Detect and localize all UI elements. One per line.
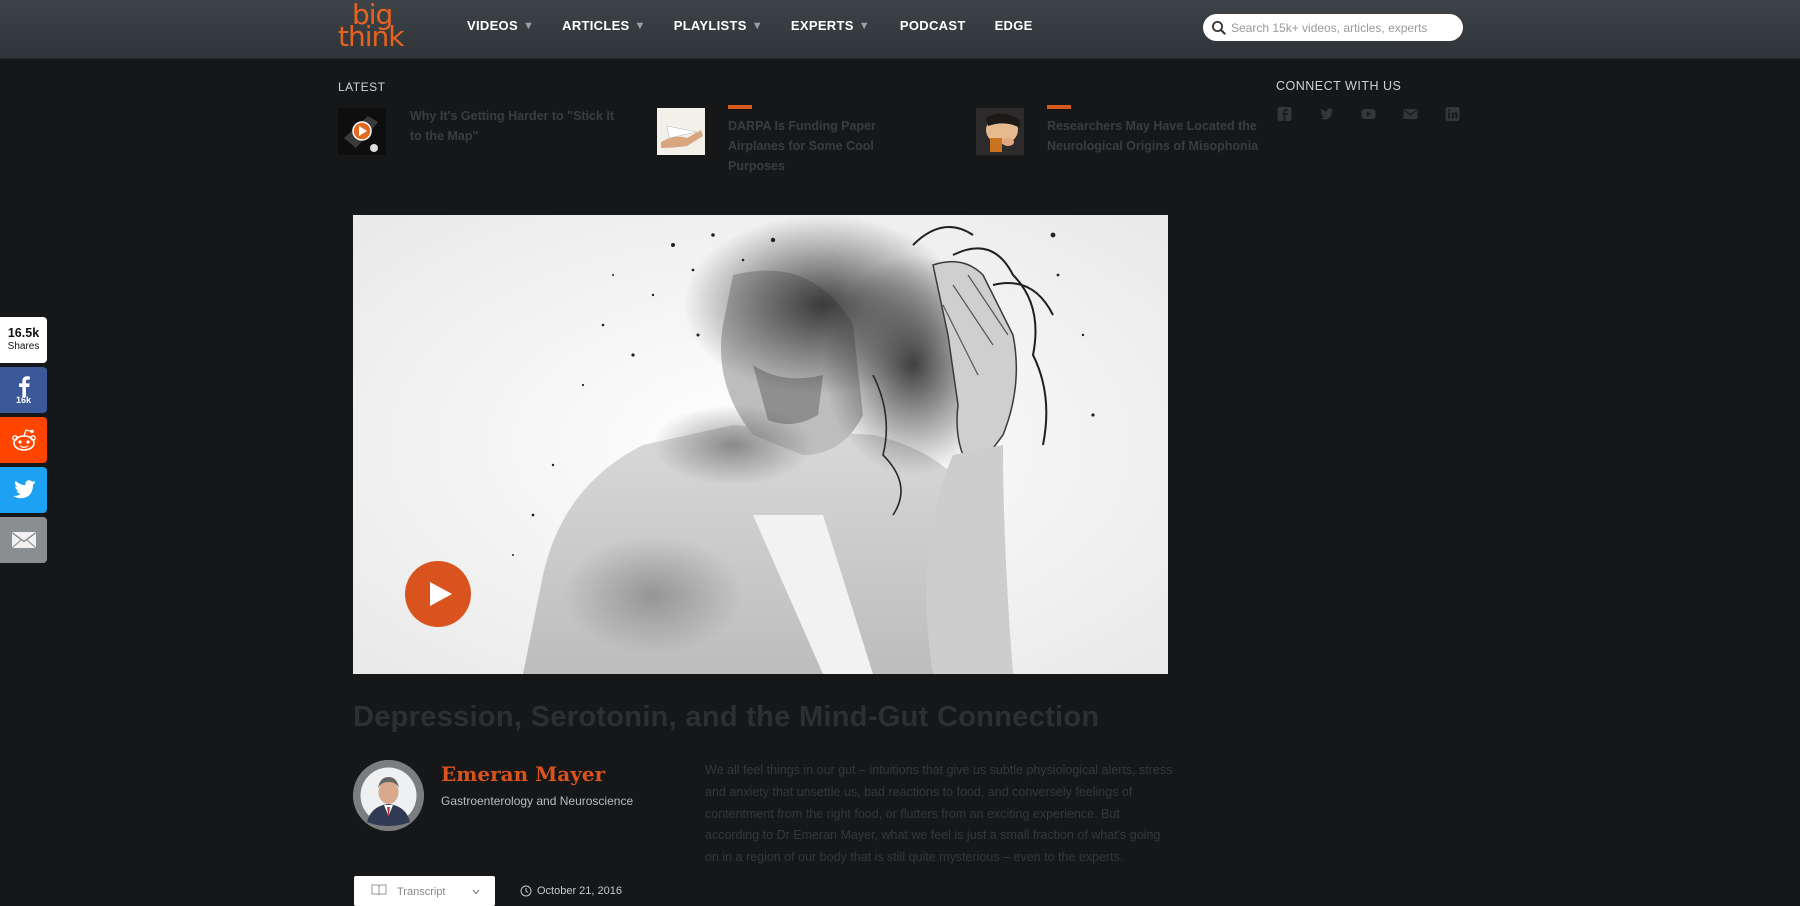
main-nav: VIDEOS ▼ ARTICLES ▼ PLAYLISTS ▼ EXPERTS ▼ PO…	[467, 18, 1033, 33]
big-think-logo[interactable]: big think	[338, 0, 418, 54]
category-tag-bar	[1047, 105, 1071, 109]
nav-playlists-label: PLAYLISTS	[673, 18, 747, 33]
facebook-icon[interactable]	[1276, 106, 1293, 122]
chevron-down-icon	[472, 889, 480, 895]
publish-date: October 21, 2016	[520, 885, 622, 897]
facebook-icon	[18, 376, 30, 397]
author-avatar[interactable]	[353, 760, 424, 831]
transcript-toggle-button[interactable]: Transcript	[354, 876, 495, 906]
latest-thumbnail[interactable]	[657, 108, 705, 155]
nav-edge-label: EDGE	[994, 18, 1033, 33]
email-icon[interactable]	[1402, 106, 1419, 122]
caret-down-icon: ▼	[751, 19, 763, 32]
logo-text-line2: think	[338, 20, 404, 53]
reddit-share-button[interactable]	[0, 417, 47, 463]
social-links	[1276, 106, 1461, 122]
search-icon	[1212, 20, 1226, 35]
caret-down-icon: ▼	[634, 19, 646, 32]
share-count-label: Shares	[7, 341, 40, 352]
email-icon	[11, 532, 36, 548]
search-box[interactable]	[1203, 14, 1463, 41]
play-video-button[interactable]	[405, 561, 471, 627]
latest-thumbnail[interactable]	[338, 108, 386, 155]
email-share-button[interactable]	[0, 517, 47, 563]
video-hero-image[interactable]	[353, 215, 1168, 674]
nav-edge[interactable]: EDGE	[995, 18, 1033, 33]
nav-podcast[interactable]: PODCAST	[900, 18, 966, 33]
author-name-link[interactable]: Emeran Mayer	[441, 762, 605, 786]
caret-down-icon: ▼	[858, 19, 870, 32]
author-role: Gastroenterology and Neuroscience	[441, 794, 634, 808]
nav-experts[interactable]: EXPERTS ▼	[791, 18, 870, 33]
play-icon	[430, 582, 452, 606]
latest-item-title[interactable]: Researchers May Have Located the Neurolo…	[1047, 116, 1267, 156]
category-tag-bar	[728, 105, 752, 109]
top-navigation-bar: big think VIDEOS ▼ ARTICLES ▼ PLAYLISTS ▼ E…	[0, 0, 1800, 59]
nav-videos-label: VIDEOS	[467, 18, 518, 33]
reddit-icon	[11, 429, 36, 451]
share-count-number: 16.5k	[7, 326, 40, 340]
search-input[interactable]	[1229, 19, 1458, 36]
nav-articles[interactable]: ARTICLES ▼	[562, 18, 646, 33]
article-summary: We all feel things in our gut – intuitio…	[705, 763, 1173, 865]
latest-item-title[interactable]: Why It's Getting Harder to "Stick It to …	[410, 106, 620, 146]
latest-thumbnail[interactable]	[976, 108, 1024, 155]
nav-videos[interactable]: VIDEOS ▼	[467, 18, 534, 33]
twitter-icon	[12, 480, 36, 499]
twitter-share-button[interactable]	[0, 467, 47, 513]
facebook-share-count: 16k	[15, 395, 32, 405]
connect-heading: CONNECT WITH US	[1276, 79, 1402, 93]
caret-down-icon: ▼	[522, 19, 535, 32]
share-count-badge: 16.5k Shares	[0, 317, 47, 363]
nav-experts-label: EXPERTS	[790, 18, 854, 33]
book-icon	[371, 884, 387, 896]
twitter-icon[interactable]	[1318, 106, 1335, 122]
publish-date-text: October 21, 2016	[537, 885, 623, 897]
linkedin-icon[interactable]	[1444, 106, 1461, 122]
nav-articles-label: ARTICLES	[562, 18, 630, 33]
hero-artwork	[353, 215, 1168, 674]
latest-item-title[interactable]: DARPA Is Funding Paper Airplanes for Som…	[728, 116, 933, 176]
facebook-share-button[interactable]: 16k	[0, 367, 47, 413]
nav-podcast-label: PODCAST	[899, 18, 966, 33]
transcript-label: Transcript	[397, 886, 446, 898]
nav-playlists[interactable]: PLAYLISTS ▼	[674, 18, 763, 33]
latest-heading: LATEST	[338, 80, 386, 94]
page-title: Depression, Serotonin, and the Mind-Gut …	[353, 701, 1100, 733]
youtube-icon[interactable]	[1360, 106, 1377, 122]
clock-icon	[520, 885, 532, 897]
